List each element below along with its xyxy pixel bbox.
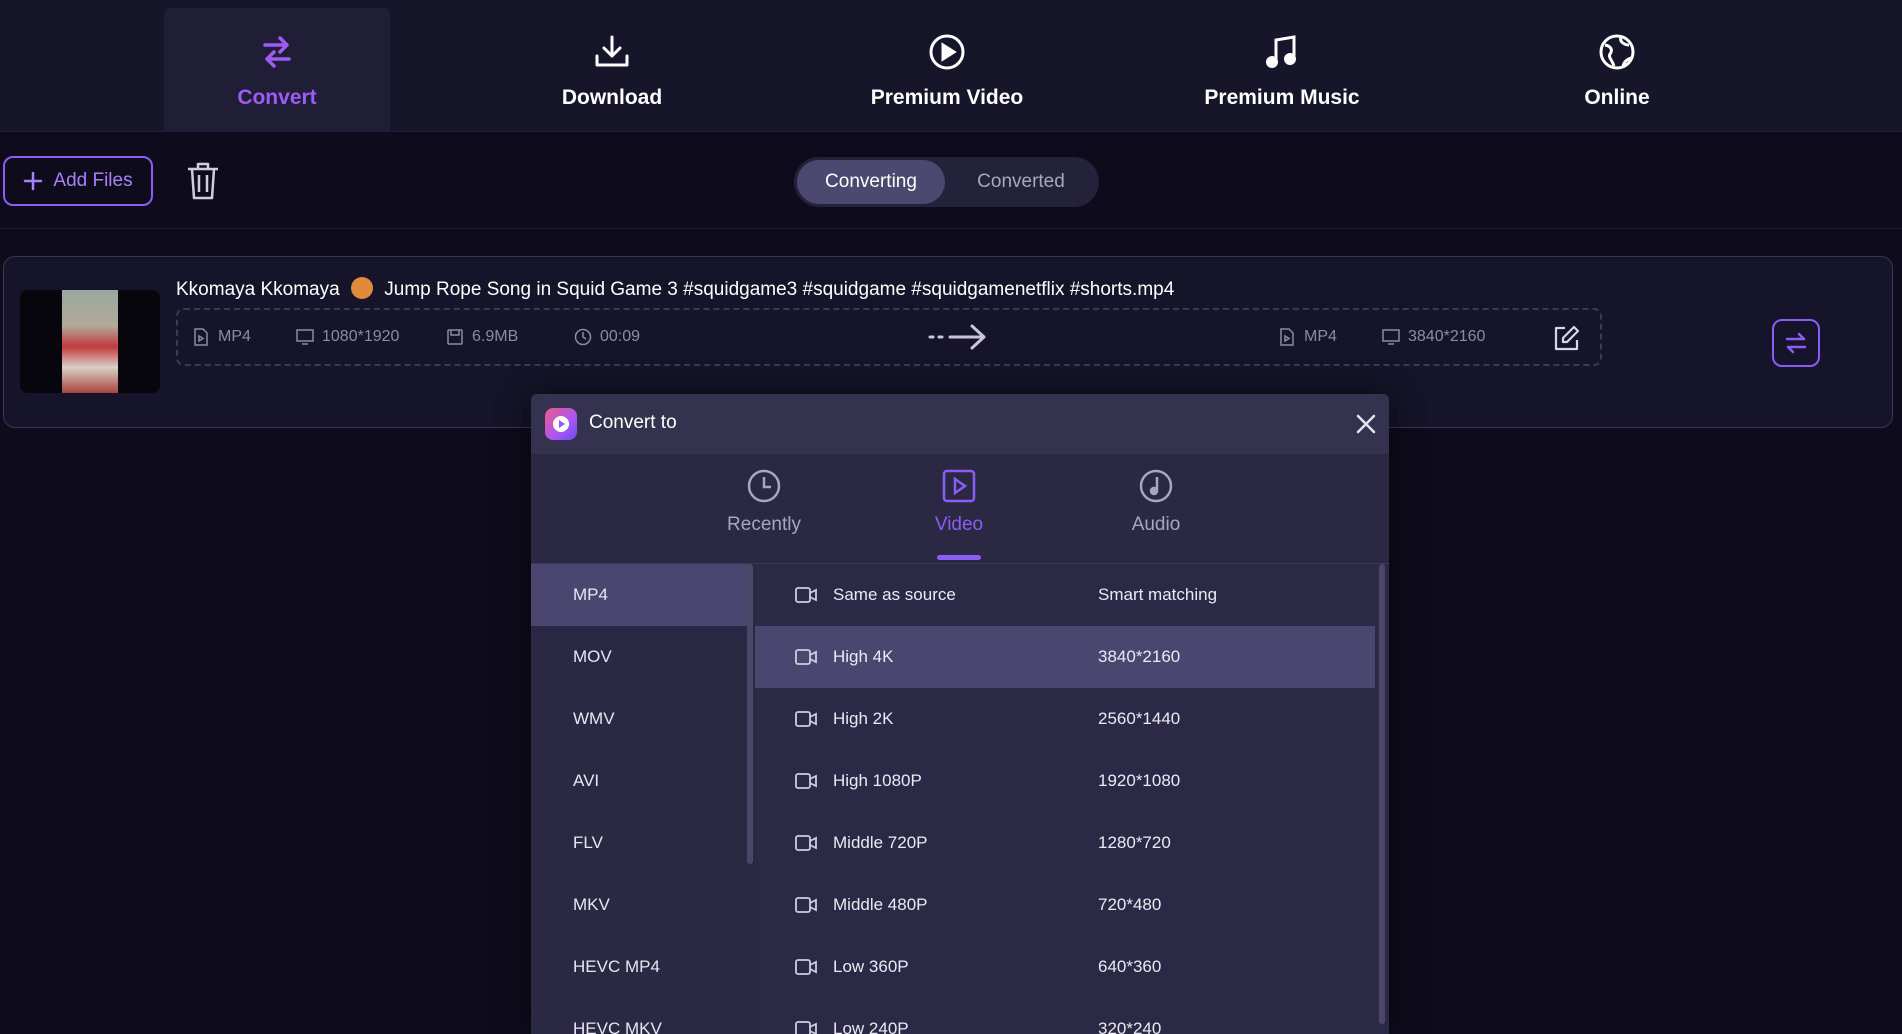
file-icon (1280, 328, 1294, 346)
video-camera-icon (795, 587, 817, 603)
format-list-scrollbar[interactable] (747, 564, 753, 864)
segment-converting[interactable]: Converting (797, 160, 945, 204)
file-icon (194, 328, 208, 346)
edit-icon[interactable] (1553, 324, 1581, 352)
quality-option[interactable]: Middle 480P 720*480 (755, 874, 1375, 936)
target-format: MP4 (1278, 328, 1337, 346)
format-item-mp4[interactable]: MP4 (531, 564, 751, 626)
format-item-wmv[interactable]: WMV (531, 688, 751, 750)
quality-option[interactable]: Low 360P 640*360 (755, 936, 1375, 998)
tab-download-label: Download (561, 86, 663, 109)
disk-icon (447, 329, 463, 345)
tab-convert[interactable]: Convert (164, 8, 390, 132)
file-name-suffix: Jump Rope Song in Squid Game 3 #squidgam… (384, 279, 1175, 300)
add-files-button[interactable]: Add Files (3, 156, 153, 206)
dialog-title: Convert to (589, 412, 677, 433)
toolbar: Add Files Converting Converted (0, 133, 1902, 229)
quality-option[interactable]: Same as source Smart matching (755, 564, 1375, 626)
tab-audio[interactable]: Audio (1096, 468, 1216, 558)
quality-option[interactable]: High 4K 3840*2160 (755, 626, 1375, 688)
app-logo-icon (545, 408, 577, 440)
trash-icon[interactable] (185, 161, 221, 201)
quality-list: Same as source Smart matching High 4K 38… (755, 564, 1389, 1034)
format-item-flv[interactable]: FLV (531, 812, 751, 874)
format-item-mov[interactable]: MOV (531, 626, 751, 688)
quality-option[interactable]: High 1080P 1920*1080 (755, 750, 1375, 812)
conversion-info: MP4 1080*1920 6.9MB 00:09 MP4 3840*2160 (176, 308, 1602, 366)
tab-online-label: Online (1584, 86, 1650, 109)
format-item-hevc-mkv[interactable]: HEVC MKV (531, 998, 751, 1034)
monitor-icon (1382, 329, 1400, 345)
quality-option[interactable]: High 2K 2560*1440 (755, 688, 1375, 750)
format-list: MP4 MOV WMV AVI FLV MKV HEVC MP4 HEVC MK… (531, 564, 751, 1034)
tab-video[interactable]: Video (899, 468, 1019, 558)
video-camera-icon (795, 835, 817, 851)
thumbnail-image (62, 290, 118, 393)
music-note-icon (1266, 35, 1296, 68)
quality-list-scrollbar[interactable] (1379, 564, 1385, 1024)
arrow-right-icon (928, 324, 986, 350)
clock-icon (747, 469, 781, 503)
download-icon (595, 35, 629, 67)
source-resolution: 1080*1920 (296, 328, 399, 346)
format-item-avi[interactable]: AVI (531, 750, 751, 812)
video-camera-icon (795, 897, 817, 913)
source-format: MP4 (192, 328, 251, 346)
format-item-hevc-mp4[interactable]: HEVC MP4 (531, 936, 751, 998)
convert-button[interactable] (1772, 319, 1820, 367)
file-name: Kkomaya Kkomaya Jump Rope Song in Squid … (176, 277, 1174, 301)
tab-premium-video-label: Premium Video (870, 86, 1024, 109)
tab-premium-video[interactable]: Premium Video (834, 8, 1060, 132)
source-size: 6.9MB (446, 328, 518, 346)
play-circle-icon (929, 34, 965, 70)
plus-icon (24, 171, 43, 191)
video-camera-icon (795, 959, 817, 975)
video-camera-icon (795, 649, 817, 665)
category-tabs: Recently Video Audio (531, 454, 1389, 564)
tab-download[interactable]: Download (499, 8, 725, 132)
clock-icon (574, 328, 592, 346)
tab-online[interactable]: Online (1504, 8, 1730, 132)
target-resolution: 3840*2160 (1382, 328, 1485, 346)
tab-recently[interactable]: Recently (704, 468, 824, 558)
video-camera-icon (795, 773, 817, 789)
convert-arrows-icon (1785, 332, 1807, 354)
segment-converted[interactable]: Converted (946, 160, 1096, 204)
quality-option[interactable]: Middle 720P 1280*720 (755, 812, 1375, 874)
globe-icon (1599, 34, 1635, 70)
video-icon (942, 469, 976, 503)
video-camera-icon (795, 1021, 817, 1034)
convert-arrows-icon (263, 36, 291, 68)
video-camera-icon (795, 711, 817, 727)
monitor-icon (296, 329, 314, 345)
dialog-header: Convert to (531, 394, 1389, 454)
tab-premium-music[interactable]: Premium Music (1169, 8, 1395, 132)
convert-to-dialog: Convert to Recently Video Audio MP4 MOV … (531, 394, 1389, 1034)
active-tab-indicator (937, 555, 981, 560)
tab-premium-music-label: Premium Music (1204, 86, 1360, 109)
file-name-prefix: Kkomaya Kkomaya (176, 279, 340, 300)
video-thumbnail[interactable] (20, 290, 160, 393)
emoji-icon (350, 277, 373, 299)
source-duration: 00:09 (574, 328, 640, 346)
tab-convert-label: Convert (237, 86, 317, 109)
add-files-label: Add Files (53, 170, 133, 191)
quality-option[interactable]: Low 240P 320*240 (755, 998, 1375, 1034)
status-segmented-control: Converting Converted (794, 157, 1099, 207)
close-icon[interactable] (1355, 413, 1377, 435)
format-item-mkv[interactable]: MKV (531, 874, 751, 936)
audio-icon (1139, 469, 1173, 503)
top-navigation: Convert Download Premium Video Premium M… (0, 0, 1902, 132)
